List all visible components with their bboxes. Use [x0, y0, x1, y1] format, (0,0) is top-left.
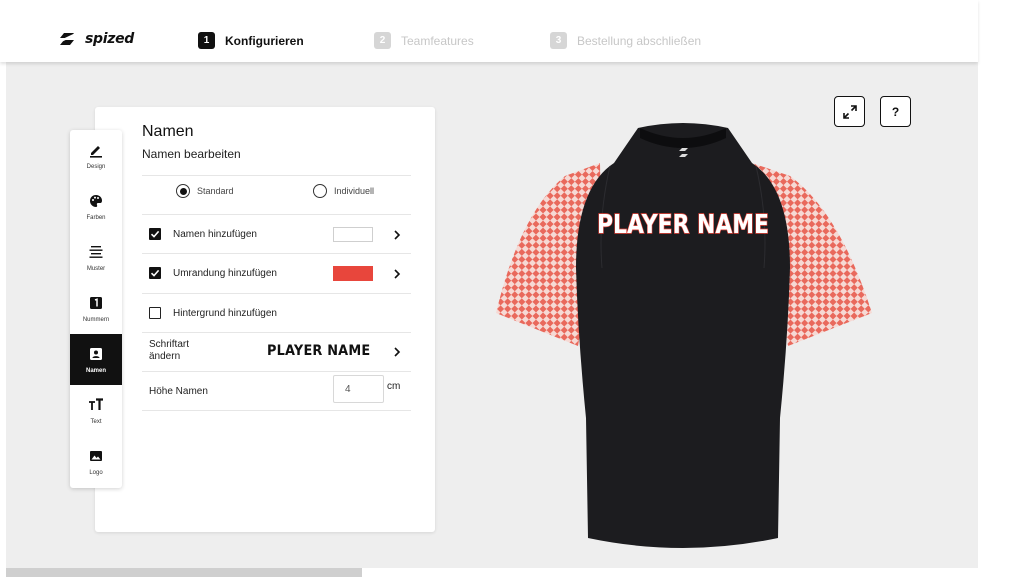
divider — [142, 410, 411, 411]
sidebar-item-label: Nummern — [82, 316, 110, 323]
sidebar-item-label: Muster — [86, 265, 106, 272]
jersey-body — [576, 123, 790, 548]
sidebar-item-label: Text — [90, 418, 102, 425]
palette-icon — [88, 193, 104, 209]
horizontal-scrollbar[interactable] — [6, 568, 362, 577]
radio-selected-icon — [176, 184, 190, 198]
step-bestellung[interactable]: 3 Bestellung abschließen — [550, 32, 701, 49]
font-label: Schriftart ändern — [149, 339, 190, 362]
step-number: 2 — [374, 32, 391, 49]
jersey-preview[interactable]: PLAYER NAME — [490, 118, 880, 558]
checkmark-icon — [150, 269, 160, 277]
divider — [142, 214, 411, 215]
divider — [142, 371, 411, 372]
add-outline-checkbox[interactable] — [149, 267, 161, 279]
pattern-icon — [88, 244, 104, 260]
sidebar-item-design[interactable]: Design — [70, 130, 122, 181]
sidebar-item-label: Design — [86, 163, 106, 170]
panel-title: Namen — [142, 123, 194, 140]
divider — [142, 293, 411, 294]
height-label: Höhe Namen — [149, 386, 208, 397]
add-background-checkbox[interactable] — [149, 307, 161, 319]
checkmark-icon — [150, 230, 160, 238]
height-unit: cm — [387, 381, 401, 392]
step-label: Konfigurieren — [225, 33, 304, 48]
radio-unselected-icon — [313, 184, 327, 198]
sidebar-item-muster[interactable]: Muster — [70, 232, 122, 283]
panel-subtitle: Namen bearbeiten — [142, 147, 241, 161]
brand-name: spized — [85, 31, 135, 47]
outline-color-swatch[interactable] — [333, 266, 373, 281]
name-height-input[interactable] — [333, 375, 384, 403]
radio-individuell[interactable]: Individuell — [313, 184, 374, 198]
step-number: 3 — [550, 32, 567, 49]
chevron-right-icon[interactable] — [391, 229, 403, 241]
step-number: 1 — [198, 32, 215, 49]
sidebar-item-nummern[interactable]: Nummern — [70, 283, 122, 334]
chevron-right-icon[interactable] — [391, 346, 403, 358]
radio-label: Individuell — [334, 186, 375, 196]
settings-panel — [95, 107, 435, 532]
name-color-swatch[interactable] — [333, 227, 373, 242]
chevron-right-icon[interactable] — [391, 268, 403, 280]
category-sidebar: Design Farben Muster Nummern Namen Text … — [70, 130, 122, 488]
add-names-checkbox[interactable] — [149, 228, 161, 240]
configurator-app: spized 1 Konfigurieren 2 Teamfeatures 3 … — [0, 0, 1024, 577]
step-label: Teamfeatures — [401, 33, 474, 48]
name-badge-icon — [88, 346, 104, 362]
pencil-icon — [88, 142, 104, 158]
font-sample[interactable]: PLAYER NAME — [267, 343, 370, 359]
sidebar-item-label: Namen — [85, 367, 106, 374]
step-konfigurieren[interactable]: 1 Konfigurieren — [198, 32, 304, 49]
add-background-label: Hintergrund hinzufügen — [173, 308, 277, 319]
help-button[interactable]: ? — [880, 96, 911, 127]
sidebar-item-logo[interactable]: Logo — [70, 436, 122, 487]
sidebar-item-label: Farben — [86, 214, 106, 221]
radio-standard[interactable]: Standard — [176, 184, 234, 198]
text-size-icon — [88, 397, 104, 413]
step-teamfeatures[interactable]: 2 Teamfeatures — [374, 32, 474, 49]
spized-logo-icon — [57, 32, 77, 45]
step-label: Bestellung abschließen — [577, 33, 702, 48]
image-icon — [88, 448, 104, 464]
number-icon — [88, 295, 104, 311]
divider — [142, 332, 411, 333]
sidebar-item-farben[interactable]: Farben — [70, 181, 122, 232]
divider — [142, 175, 411, 176]
divider — [142, 253, 411, 254]
sidebar-item-label: Logo — [89, 469, 103, 476]
top-header: spized 1 Konfigurieren 2 Teamfeatures 3 … — [0, 0, 978, 62]
jersey-name-text: PLAYER NAME — [597, 210, 769, 240]
brand-logo[interactable]: spized — [55, 28, 134, 50]
add-names-label: Namen hinzufügen — [173, 229, 257, 240]
radio-label: Standard — [197, 186, 234, 196]
sidebar-item-text[interactable]: Text — [70, 385, 122, 436]
sidebar-item-namen[interactable]: Namen — [70, 334, 122, 385]
add-outline-label: Umrandung hinzufügen — [173, 268, 277, 279]
